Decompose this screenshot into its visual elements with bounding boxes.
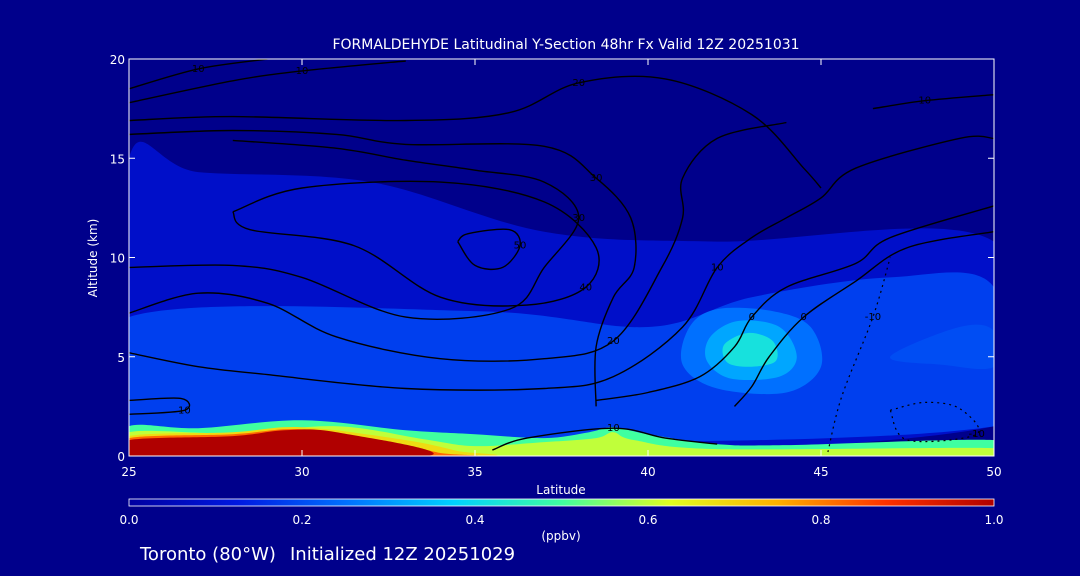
y-tick-label-2: 10 — [110, 252, 125, 266]
contour-label-3: 30 — [590, 173, 603, 184]
contour-label-15: -10 — [969, 429, 985, 440]
contour-label-7: 20 — [607, 336, 620, 347]
y-tick-label-1: 5 — [117, 351, 125, 365]
x-tick-label-0: 25 — [121, 465, 136, 479]
y-axis-label: Altitude (km) — [86, 219, 100, 298]
contour-label-8: 10 — [711, 262, 724, 273]
colorbar-tick-label-0: 0.0 — [119, 513, 138, 527]
colorbar — [128, 498, 995, 507]
colorbar-tick-label-2: 0.4 — [465, 513, 484, 527]
contour-label-13: 10 — [607, 423, 620, 434]
contour-label-5: 50 — [514, 241, 527, 252]
formaldehyde-cross-section-chart: FORMALDEHYDE Latitudinal Y-Section 48hr … — [86, 37, 1004, 565]
colorbar-tick-label-5: 1.0 — [984, 513, 1003, 527]
contour-label-12: 10 — [178, 405, 191, 416]
x-tick-label-4: 45 — [813, 465, 828, 479]
contour-label-1: 10 — [296, 66, 309, 77]
x-axis-label: Latitude — [536, 483, 585, 497]
contour-label-10: 0 — [801, 312, 807, 323]
colorbar-tick-label-4: 0.8 — [811, 513, 830, 527]
contour-label-14: -10 — [865, 312, 881, 323]
y-tick-label-0: 0 — [117, 450, 125, 464]
contour-label-6: 30 — [572, 213, 585, 224]
y-tick-label-3: 15 — [110, 152, 125, 166]
footer-location: Toronto (80°W) — [139, 544, 276, 565]
x-tick-label-1: 30 — [294, 465, 309, 479]
y-tick-label-4: 20 — [110, 53, 125, 67]
plot-area: 10 10 20 30 40 50 30 20 10 0 0 10 10 10 -10 -10 — [129, 59, 994, 456]
colorbar-unit-label: (ppbv) — [541, 529, 580, 543]
x-tick-label-5: 50 — [986, 465, 1001, 479]
colorbar-tick-label-3: 0.6 — [638, 513, 657, 527]
contour-label-11: 10 — [918, 96, 931, 107]
colorbar-ticks: 0.0 0.2 0.4 0.6 0.8 1.0 — [119, 513, 1003, 527]
footer-initialized: Initialized 12Z 20251029 — [290, 544, 515, 565]
colorbar-tick-label-1: 0.2 — [292, 513, 311, 527]
x-tick-label-2: 35 — [467, 465, 482, 479]
chart-title: FORMALDEHYDE Latitudinal Y-Section 48hr … — [332, 37, 799, 53]
x-tick-label-3: 40 — [640, 465, 655, 479]
contour-label-9: 0 — [749, 312, 755, 323]
contour-label-2: 20 — [572, 78, 585, 89]
contour-label-4: 40 — [579, 282, 592, 293]
contour-label-0: 10 — [192, 64, 205, 75]
